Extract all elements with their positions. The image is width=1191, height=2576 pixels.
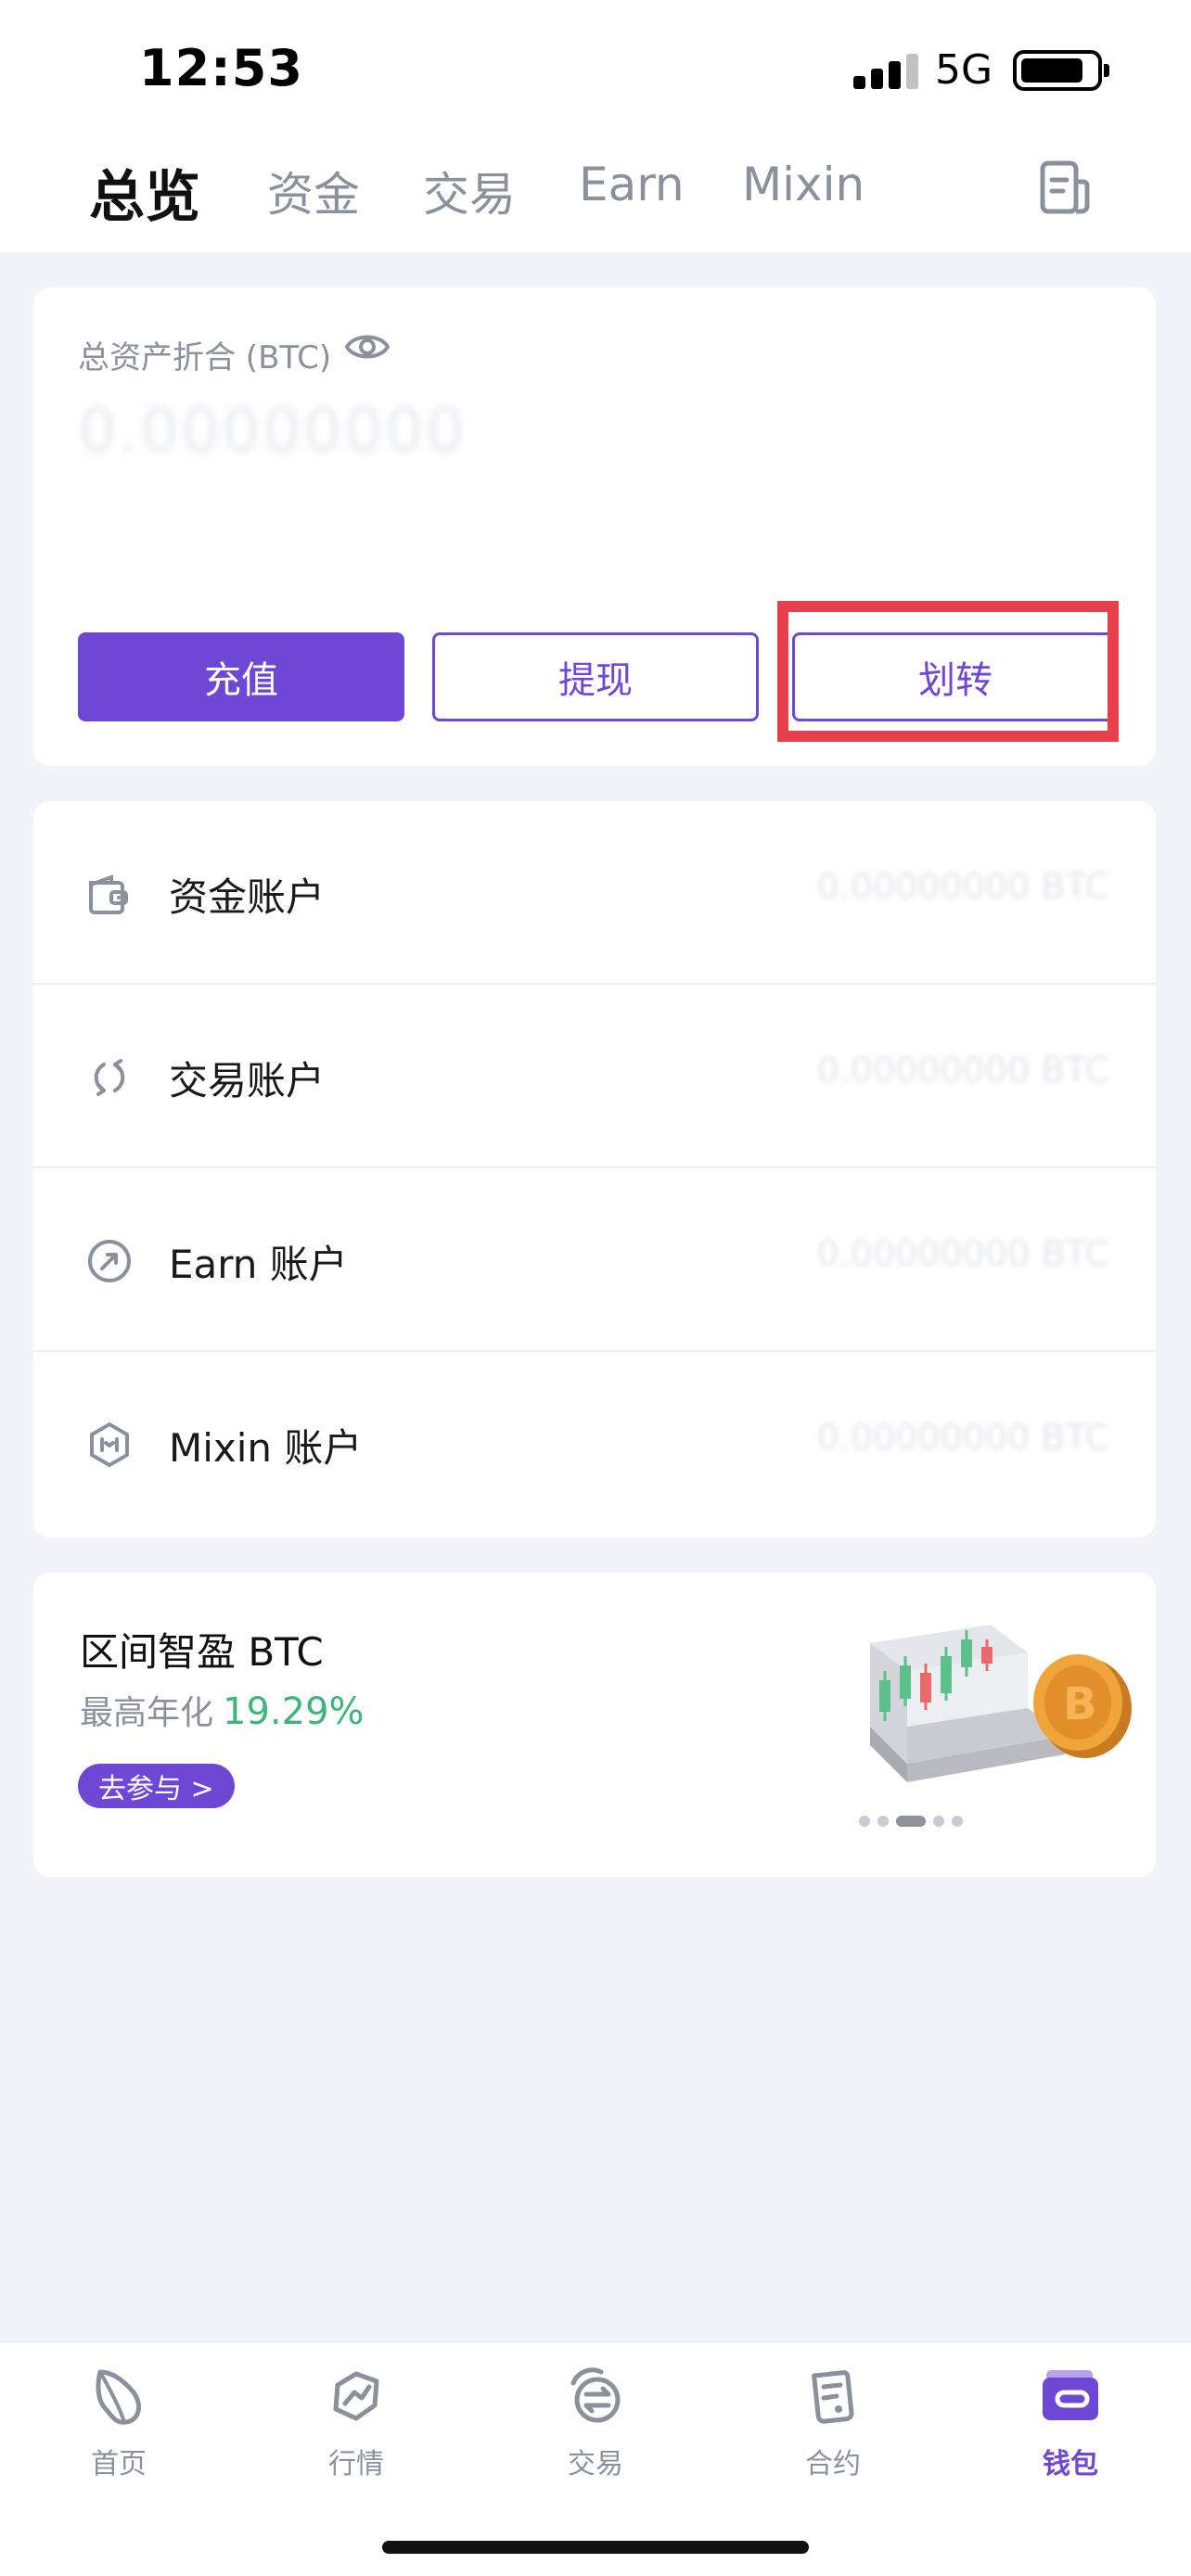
report-icon[interactable]	[1037, 159, 1093, 215]
status-time: 12:53	[139, 39, 303, 97]
eye-icon[interactable]	[345, 328, 390, 365]
wallet-icon	[1043, 2370, 1098, 2420]
top-tabs: 总览 资金 交易 Earn Mixin	[0, 139, 1191, 252]
account-value: 0.00000000 BTC	[816, 1233, 1109, 1274]
market-icon	[333, 2371, 379, 2421]
nav-label: 钱包	[1043, 2448, 1098, 2480]
carousel-dot[interactable]	[952, 1816, 963, 1827]
tab-earn[interactable]: Earn	[579, 158, 685, 211]
account-label: 资金账户	[169, 874, 326, 920]
nav-trade[interactable]: 交易	[521, 2365, 670, 2485]
nav-home[interactable]: 首页	[45, 2365, 193, 2485]
nav-label: 交易	[568, 2448, 623, 2480]
tab-funds[interactable]: 资金	[267, 158, 360, 224]
signal-icon	[853, 54, 918, 89]
home-icon	[96, 2369, 142, 2425]
withdraw-button[interactable]: 提现	[432, 632, 759, 721]
svg-text:B: B	[1063, 1678, 1097, 1730]
status-bar: 12:53 5G	[0, 0, 1191, 139]
account-label: Earn 账户	[169, 1242, 348, 1287]
contract-icon	[812, 2370, 854, 2424]
account-label: Mixin 账户	[169, 1425, 363, 1471]
promo-rate-label: 最高年化	[80, 1694, 214, 1732]
promo-subtitle: 最高年化 19.29%	[80, 1686, 365, 1734]
join-button[interactable]: 去参与 >	[78, 1764, 235, 1808]
tab-mixin[interactable]: Mixin	[742, 158, 864, 211]
nav-contract[interactable]: 合约	[759, 2365, 907, 2485]
battery-icon	[1013, 50, 1109, 91]
account-label: 交易账户	[169, 1058, 326, 1103]
account-row-trading[interactable]: 交易账户 0.00000000 BTC	[33, 985, 1156, 1168]
trade-icon	[570, 2367, 621, 2423]
carousel-dot[interactable]	[859, 1816, 870, 1827]
carousel-dot[interactable]	[877, 1816, 889, 1827]
mixin-icon	[90, 1422, 129, 1467]
account-value: 0.00000000 BTC	[816, 1417, 1109, 1458]
nav-market[interactable]: 行情	[282, 2365, 430, 2485]
sync-icon	[94, 1059, 125, 1096]
account-row-funds[interactable]: 资金账户 0.00000000 BTC	[33, 801, 1156, 985]
earn-icon	[88, 1240, 131, 1282]
network-label: 5G	[935, 46, 993, 94]
deposit-button[interactable]: 充值	[78, 632, 404, 721]
promo-rate: 19.29%	[223, 1690, 365, 1733]
total-assets-label: 总资产折合 (BTC)	[78, 339, 332, 376]
account-value: 0.00000000 BTC	[816, 1050, 1109, 1090]
candlestick-coin-illustration: B	[870, 1625, 1132, 1782]
total-assets-value: 0.00000000	[78, 395, 467, 466]
account-value: 0.00000000 BTC	[816, 866, 1109, 907]
carousel-dot-active[interactable]	[896, 1816, 926, 1827]
nav-label: 合约	[805, 2448, 861, 2480]
nav-wallet[interactable]: 钱包	[996, 2365, 1145, 2485]
home-indicator	[382, 2541, 809, 2554]
nav-label: 行情	[328, 2448, 384, 2480]
account-row-earn[interactable]: Earn 账户 0.00000000 BTC	[33, 1168, 1156, 1352]
tab-overview[interactable]: 总览	[89, 152, 200, 233]
promo-banner[interactable]: 区间智盈 BTC 最高年化 19.29% 去参与 > B	[33, 1573, 1156, 1877]
nav-label: 首页	[91, 2448, 147, 2480]
carousel-dot[interactable]	[933, 1816, 944, 1827]
promo-title: 区间智盈 BTC	[80, 1629, 324, 1675]
tab-trading[interactable]: 交易	[423, 158, 516, 224]
accounts-list: 资金账户 0.00000000 BTC 交易账户 0.00000000 BTC …	[33, 801, 1156, 1537]
transfer-highlight-box	[777, 601, 1119, 742]
wallet-icon	[89, 874, 128, 914]
account-row-mixin[interactable]: Mixin 账户 0.00000000 BTC	[33, 1352, 1156, 1536]
